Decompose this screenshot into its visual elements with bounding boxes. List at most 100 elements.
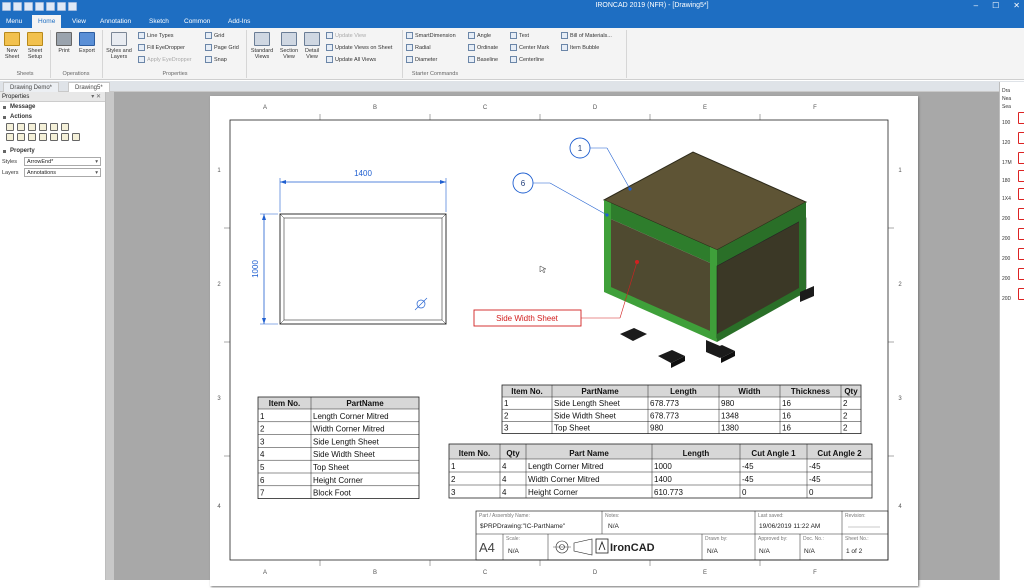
resource-thumbnail[interactable] <box>1018 268 1024 280</box>
resource-item-label[interactable]: Sea <box>1002 104 1011 110</box>
parts-list-table[interactable]: Item No. PartName 1 Length Corner Mitred 2 Wi… <box>257 396 420 499</box>
tab-menu[interactable]: Menu <box>0 15 28 28</box>
line-types-button[interactable]: Line Types <box>138 32 174 39</box>
action-icon[interactable] <box>61 123 69 131</box>
ordinate-button[interactable]: Ordinate <box>468 44 498 51</box>
tab-home[interactable]: Home <box>32 15 62 28</box>
action-icon[interactable] <box>6 133 14 141</box>
doc-tab-drawing5[interactable]: Drawing5* <box>68 82 110 92</box>
resource-item-label[interactable]: 120 <box>1002 140 1010 146</box>
resource-thumbnail[interactable] <box>1018 288 1024 300</box>
maximize-button[interactable]: ☐ <box>992 1 999 10</box>
resource-thumbnail[interactable] <box>1018 248 1024 260</box>
close-button[interactable]: ✕ <box>1013 1 1020 10</box>
action-icon[interactable] <box>72 133 80 141</box>
action-icon[interactable] <box>39 133 47 141</box>
message-section[interactable]: Message <box>0 102 105 112</box>
page-grid-button[interactable]: Page Grid <box>205 44 239 51</box>
fill-eyedropper-button[interactable]: Fill EyeDropper <box>138 44 185 51</box>
resource-item-label[interactable]: 200 <box>1002 236 1010 242</box>
update-view-button[interactable]: Update View <box>326 32 366 39</box>
drawing-canvas[interactable]: AABBCCDDEEFF11223344 1400 1000 1 6 Side … <box>114 92 999 586</box>
resource-item-label[interactable]: 100 <box>1002 120 1010 126</box>
resource-thumbnail[interactable] <box>1018 188 1024 200</box>
diameter-button[interactable]: Diameter <box>406 56 437 63</box>
grid-button[interactable]: Grid <box>205 32 224 39</box>
crate-isometric-view[interactable] <box>602 151 814 368</box>
table-cell: 0 <box>809 488 814 497</box>
resource-thumbnail[interactable] <box>1018 170 1024 182</box>
action-icon[interactable] <box>50 133 58 141</box>
print-button[interactable]: Print <box>55 32 73 54</box>
new-sheet-button[interactable]: New Sheet <box>3 32 21 60</box>
approved-by-value: N/A <box>759 548 771 555</box>
layers-select[interactable]: Annotations <box>24 168 101 177</box>
resource-thumbnail[interactable] <box>1018 132 1024 144</box>
tab-add-ins[interactable]: Add-Ins <box>222 15 256 28</box>
actions-section[interactable]: Actions <box>0 112 105 122</box>
panel-controls[interactable]: ▾ ✕ <box>91 92 101 102</box>
update-views-on-sheet-button[interactable]: Update Views on Sheet <box>326 44 392 51</box>
angle-button[interactable]: Angle <box>468 32 491 39</box>
styles-layers-button[interactable]: Styles and Layers <box>105 32 133 60</box>
baseline-button[interactable]: Baseline <box>468 56 498 63</box>
styles-select[interactable]: ArrowEnd* <box>24 157 101 166</box>
action-icon[interactable] <box>39 123 47 131</box>
resource-item-label[interactable]: 200 <box>1002 276 1010 282</box>
resource-item-label[interactable]: 200 <box>1002 216 1010 222</box>
resource-thumbnail[interactable] <box>1018 112 1024 124</box>
width-dimension[interactable]: 1400 <box>279 169 447 212</box>
sheet-setup-button[interactable]: Sheet Setup <box>25 32 45 60</box>
resource-item-label[interactable]: 20D <box>1002 296 1011 302</box>
tab-common[interactable]: Common <box>178 15 216 28</box>
action-icon[interactable] <box>28 123 36 131</box>
update-all-views-button[interactable]: Update All Views <box>326 56 376 63</box>
action-icon[interactable] <box>61 133 69 141</box>
height-dimension[interactable]: 1000 <box>251 213 278 325</box>
center-mark-button[interactable]: Center Mark <box>510 44 549 51</box>
resource-thumbnail[interactable] <box>1018 208 1024 220</box>
detail-view-button[interactable]: Detail View <box>302 32 322 60</box>
smart-dimension-button[interactable]: SmartDimension <box>406 32 456 39</box>
radial-button[interactable]: Radial <box>406 44 431 51</box>
panel-splitter[interactable] <box>106 92 114 580</box>
resource-item-label[interactable]: 200 <box>1002 256 1010 262</box>
detail-view-icon <box>304 32 320 46</box>
item-bubble-button[interactable]: Item Bubble <box>561 44 599 51</box>
doc-tab-drawing-demo[interactable]: Drawing Demo* <box>3 82 60 92</box>
text-button[interactable]: Text <box>510 32 529 39</box>
section-view-button[interactable]: Section View <box>277 32 301 60</box>
minimize-button[interactable]: – <box>974 1 978 10</box>
apply-eyedropper-button[interactable]: Apply EyeDropper <box>138 56 192 63</box>
standard-views-button[interactable]: Standard Views <box>249 32 275 60</box>
action-icon[interactable] <box>6 123 14 131</box>
snap-icon <box>205 56 212 63</box>
resource-item-label[interactable]: Dra <box>1002 88 1010 94</box>
resource-thumbnail[interactable] <box>1018 228 1024 240</box>
zone-column-label: B <box>373 570 377 576</box>
bill-of-materials-button[interactable]: Bill of Materials... <box>561 32 612 39</box>
resource-item-label[interactable]: 17M <box>1002 160 1012 166</box>
item-balloon-1[interactable]: 1 <box>569 137 631 190</box>
property-section[interactable]: Property <box>0 146 105 156</box>
resource-thumbnail[interactable] <box>1018 152 1024 164</box>
check-icon[interactable] <box>28 133 36 141</box>
export-button[interactable]: Export <box>76 32 98 54</box>
front-view[interactable] <box>279 213 447 325</box>
right-resource-panel[interactable]: Dra Nea Sea 100 120 17M 180 1X4 200 200 200 200 20D <box>999 82 1024 580</box>
action-icon[interactable] <box>17 123 25 131</box>
resource-item-label[interactable]: 1X4 <box>1002 196 1011 202</box>
centerline-button[interactable]: Centerline <box>510 56 544 63</box>
action-icon[interactable] <box>17 133 25 141</box>
resource-item-label[interactable]: Nea <box>1002 96 1011 102</box>
resource-item-label[interactable]: 180 <box>1002 178 1010 184</box>
item-balloon-6[interactable]: 6 <box>512 172 608 216</box>
tab-view[interactable]: View <box>66 15 92 28</box>
text-icon[interactable] <box>50 123 58 131</box>
tab-annotation[interactable]: Annotation <box>94 15 137 28</box>
cut-list-table[interactable]: Item No. Qty Part Name Length Cut Angle 1 Cut… <box>448 443 873 499</box>
sheet-size-table[interactable]: Item No. PartName Length Width Thickness Qty 1… <box>501 384 862 434</box>
snap-button[interactable]: Snap <box>205 56 227 63</box>
item-bubble-icon <box>561 44 568 51</box>
tab-sketch[interactable]: Sketch <box>143 15 175 28</box>
